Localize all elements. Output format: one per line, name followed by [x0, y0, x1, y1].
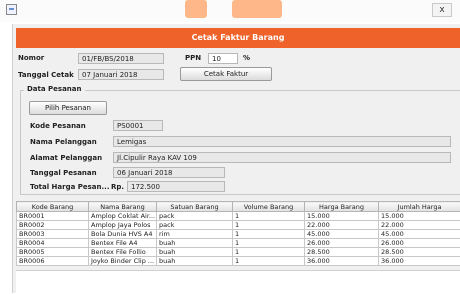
table-cell: Bentex File A4	[89, 239, 157, 248]
table-cell: 22.000	[305, 221, 379, 230]
alamat-pelanggan-label: Alamat Pelanggan	[30, 154, 102, 162]
table-cell: 1	[233, 230, 305, 239]
table-row[interactable]: BR0002 Amplop Jaya Polos pack 1 22.000 2…	[17, 221, 460, 230]
page-title: Cetak Faktur Barang	[16, 28, 460, 48]
table-empty-area	[16, 270, 460, 294]
background-logo-mark	[185, 0, 207, 18]
table-cell: 15.000	[305, 212, 379, 221]
nama-pelanggan-field[interactable]: Lemigas	[113, 136, 451, 147]
total-harga-label: Total Harga Pesan...	[30, 183, 110, 191]
table-cell: Amplop Coklat Air...	[89, 212, 157, 221]
tanggal-pesanan-field[interactable]: 06 Januari 2018	[113, 167, 225, 178]
tanggal-pesanan-label: Tanggal Pesanan	[30, 169, 97, 177]
table-cell: buah	[157, 257, 233, 266]
close-button[interactable]: x	[432, 3, 452, 17]
total-harga-field[interactable]: 172.500	[127, 181, 225, 192]
table-cell: 26.000	[305, 239, 379, 248]
table-cell: 28.500	[379, 248, 460, 257]
table-cell: 1	[233, 257, 305, 266]
table-cell: 1	[233, 248, 305, 257]
table-cell: pack	[157, 221, 233, 230]
table-cell: BR0002	[17, 221, 89, 230]
pilih-pesanan-button[interactable]: Pilih Pesanan	[29, 101, 107, 115]
table-cell: 28.500	[305, 248, 379, 257]
table-cell: rim	[157, 230, 233, 239]
table-cell: 15.000	[379, 212, 460, 221]
table-cell: BR0001	[17, 212, 89, 221]
column-header[interactable]: Satuan Barang	[157, 202, 233, 212]
table-row[interactable]: BR0006 Joyko Binder Clip ... buah 1 36.0…	[17, 257, 460, 266]
table-cell: 36.000	[379, 257, 460, 266]
table-row[interactable]: BR0005 Bentex File Follio buah 1 28.500 …	[17, 248, 460, 257]
table-row[interactable]: BR0004 Bentex File A4 buah 1 26.000 26.0…	[17, 239, 460, 248]
table-cell: BR0005	[17, 248, 89, 257]
table-cell: 22.000	[379, 221, 460, 230]
table-cell: Bola Dunia HVS A4	[89, 230, 157, 239]
table-cell: 45.000	[305, 230, 379, 239]
ppn-unit: %	[243, 54, 250, 62]
barang-table[interactable]: Kode Barang Nama Barang Satuan Barang Vo…	[16, 201, 460, 266]
nomor-field[interactable]: 01/FB/BS/2018	[78, 53, 164, 64]
table-cell: buah	[157, 248, 233, 257]
table-cell: Bentex File Follio	[89, 248, 157, 257]
table-cell: 1	[233, 239, 305, 248]
ppn-label: PPN	[185, 54, 201, 62]
table-header-row: Kode Barang Nama Barang Satuan Barang Vo…	[17, 202, 460, 212]
title-bar	[0, 0, 460, 22]
tanggal-cetak-field[interactable]: 07 Januari 2018	[78, 69, 164, 80]
cetak-faktur-button[interactable]: Cetak Faktur	[180, 67, 272, 81]
table-cell: 1	[233, 212, 305, 221]
table-cell: 26.000	[379, 239, 460, 248]
table-row[interactable]: BR0003 Bola Dunia HVS A4 rim 1 45.000 45…	[17, 230, 460, 239]
nomor-label: Nomor	[18, 54, 44, 62]
table-cell: Joyko Binder Clip ...	[89, 257, 157, 266]
table-cell: buah	[157, 239, 233, 248]
table-cell: Amplop Jaya Polos	[89, 221, 157, 230]
ppn-field[interactable]: 10	[208, 53, 238, 64]
kode-pesanan-label: Kode Pesanan	[30, 122, 86, 130]
table-cell: 45.000	[379, 230, 460, 239]
alamat-pelanggan-field[interactable]: Jl.Cipulir Raya KAV 109	[113, 152, 451, 163]
column-header[interactable]: Kode Barang	[17, 202, 89, 212]
nama-pelanggan-label: Nama Pelanggan	[30, 138, 97, 146]
column-header[interactable]: Jumlah Harga	[379, 202, 460, 212]
table-cell: pack	[157, 212, 233, 221]
window-icon	[6, 4, 17, 15]
column-header[interactable]: Volume Barang	[233, 202, 305, 212]
tanggal-cetak-label: Tanggal Cetak	[18, 71, 74, 79]
column-header[interactable]: Nama Barang	[89, 202, 157, 212]
data-pesanan-title: Data Pesanan	[24, 85, 85, 93]
table-row[interactable]: BR0001 Amplop Coklat Air... pack 1 15.00…	[17, 212, 460, 221]
table-cell: BR0006	[17, 257, 89, 266]
table-cell: BR0004	[17, 239, 89, 248]
table-cell: 1	[233, 221, 305, 230]
table-cell: BR0003	[17, 230, 89, 239]
kode-pesanan-field[interactable]: PS0001	[113, 120, 163, 131]
column-header[interactable]: Harga Barang	[305, 202, 379, 212]
currency-label: Rp.	[111, 183, 124, 191]
table-cell: 36.000	[305, 257, 379, 266]
background-logo-mark	[232, 0, 282, 18]
